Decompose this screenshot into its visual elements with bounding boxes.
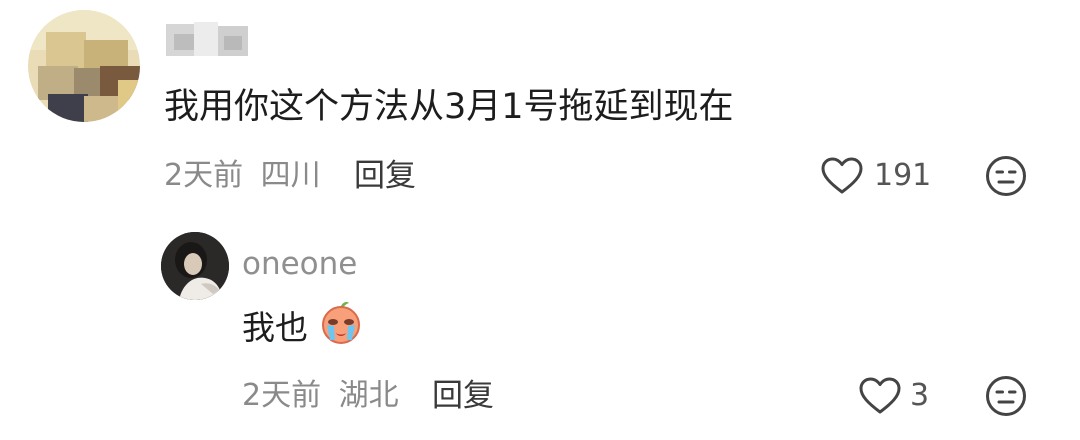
commenter-name-redacted[interactable]	[166, 22, 248, 56]
reply-username[interactable]: oneone	[242, 244, 357, 284]
comment-reply-button[interactable]: 回复	[354, 156, 416, 196]
reply-meta: 2天前 湖北	[242, 376, 399, 416]
reply-location: 湖北	[338, 378, 399, 413]
commenter-avatar[interactable]	[28, 10, 140, 122]
reply-reply-button[interactable]: 回复	[432, 376, 494, 416]
heart-outline-icon[interactable]	[858, 376, 902, 416]
neutral-face-icon[interactable]	[985, 155, 1027, 197]
reply-text: 我也	[242, 308, 308, 347]
heart-outline-icon[interactable]	[820, 156, 864, 196]
comment-location: 四川	[260, 158, 321, 193]
comment-like-count: 191	[874, 158, 932, 193]
reply-user-avatar[interactable]	[161, 232, 229, 300]
crying-face-emoji	[322, 302, 360, 344]
comment-meta: 2天前 四川	[164, 156, 321, 196]
comment-text: 我用你这个方法从3月1号拖延到现在	[164, 87, 734, 127]
reply-like-count: 3	[910, 378, 930, 413]
comment-time: 2天前	[164, 158, 244, 193]
comment-thread: 我用你这个方法从3月1号拖延到现在 2天前 四川 回复 191 oneone 我…	[0, 0, 1080, 440]
neutral-face-icon[interactable]	[985, 375, 1027, 417]
reply-time: 2天前	[242, 378, 322, 413]
